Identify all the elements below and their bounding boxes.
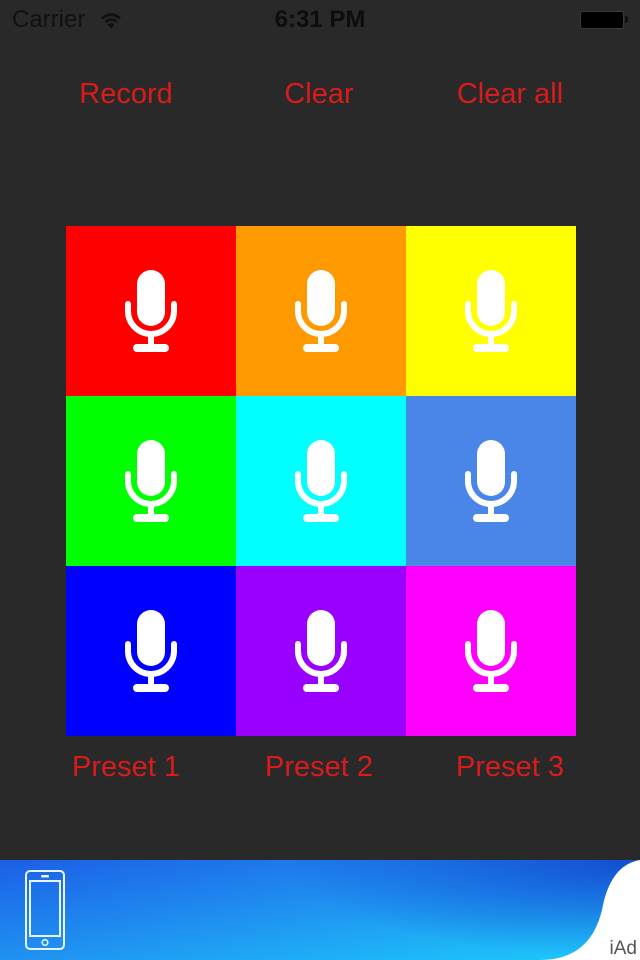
microphone-icon <box>465 610 517 692</box>
preset-2-button[interactable]: Preset 2 <box>219 751 419 784</box>
record-button[interactable]: Record <box>26 78 226 111</box>
preset-1-button[interactable]: Preset 1 <box>26 751 226 784</box>
clock: 6:31 PM <box>274 6 366 33</box>
microphone-icon <box>295 270 347 352</box>
sound-pad-7[interactable] <box>66 566 236 736</box>
sound-pad-8[interactable] <box>236 566 406 736</box>
sound-pad-5[interactable] <box>236 396 406 566</box>
sound-pad-4[interactable] <box>66 396 236 566</box>
microphone-icon <box>125 440 177 522</box>
sound-pad-1[interactable] <box>66 226 236 396</box>
sound-pad-9[interactable] <box>406 566 576 736</box>
microphone-icon <box>295 610 347 692</box>
battery-nub <box>625 16 628 23</box>
microphone-icon <box>295 440 347 522</box>
iad-badge: iAd <box>609 938 637 959</box>
preset-3-button[interactable]: Preset 3 <box>410 751 610 784</box>
status-bar: Carrier 6:31 PM <box>0 0 640 40</box>
microphone-icon <box>465 440 517 522</box>
sound-pad-2[interactable] <box>236 226 406 396</box>
microphone-icon <box>125 270 177 352</box>
ad-banner[interactable]: iAd <box>0 860 640 960</box>
microphone-icon <box>465 270 517 352</box>
sound-pad-grid <box>66 226 576 736</box>
microphone-icon <box>125 610 177 692</box>
battery-icon <box>580 11 624 29</box>
sound-pad-3[interactable] <box>406 226 576 396</box>
phone-icon <box>25 870 65 955</box>
clear-all-button[interactable]: Clear all <box>410 78 610 111</box>
sound-pad-6[interactable] <box>406 396 576 566</box>
clear-button[interactable]: Clear <box>219 78 419 111</box>
